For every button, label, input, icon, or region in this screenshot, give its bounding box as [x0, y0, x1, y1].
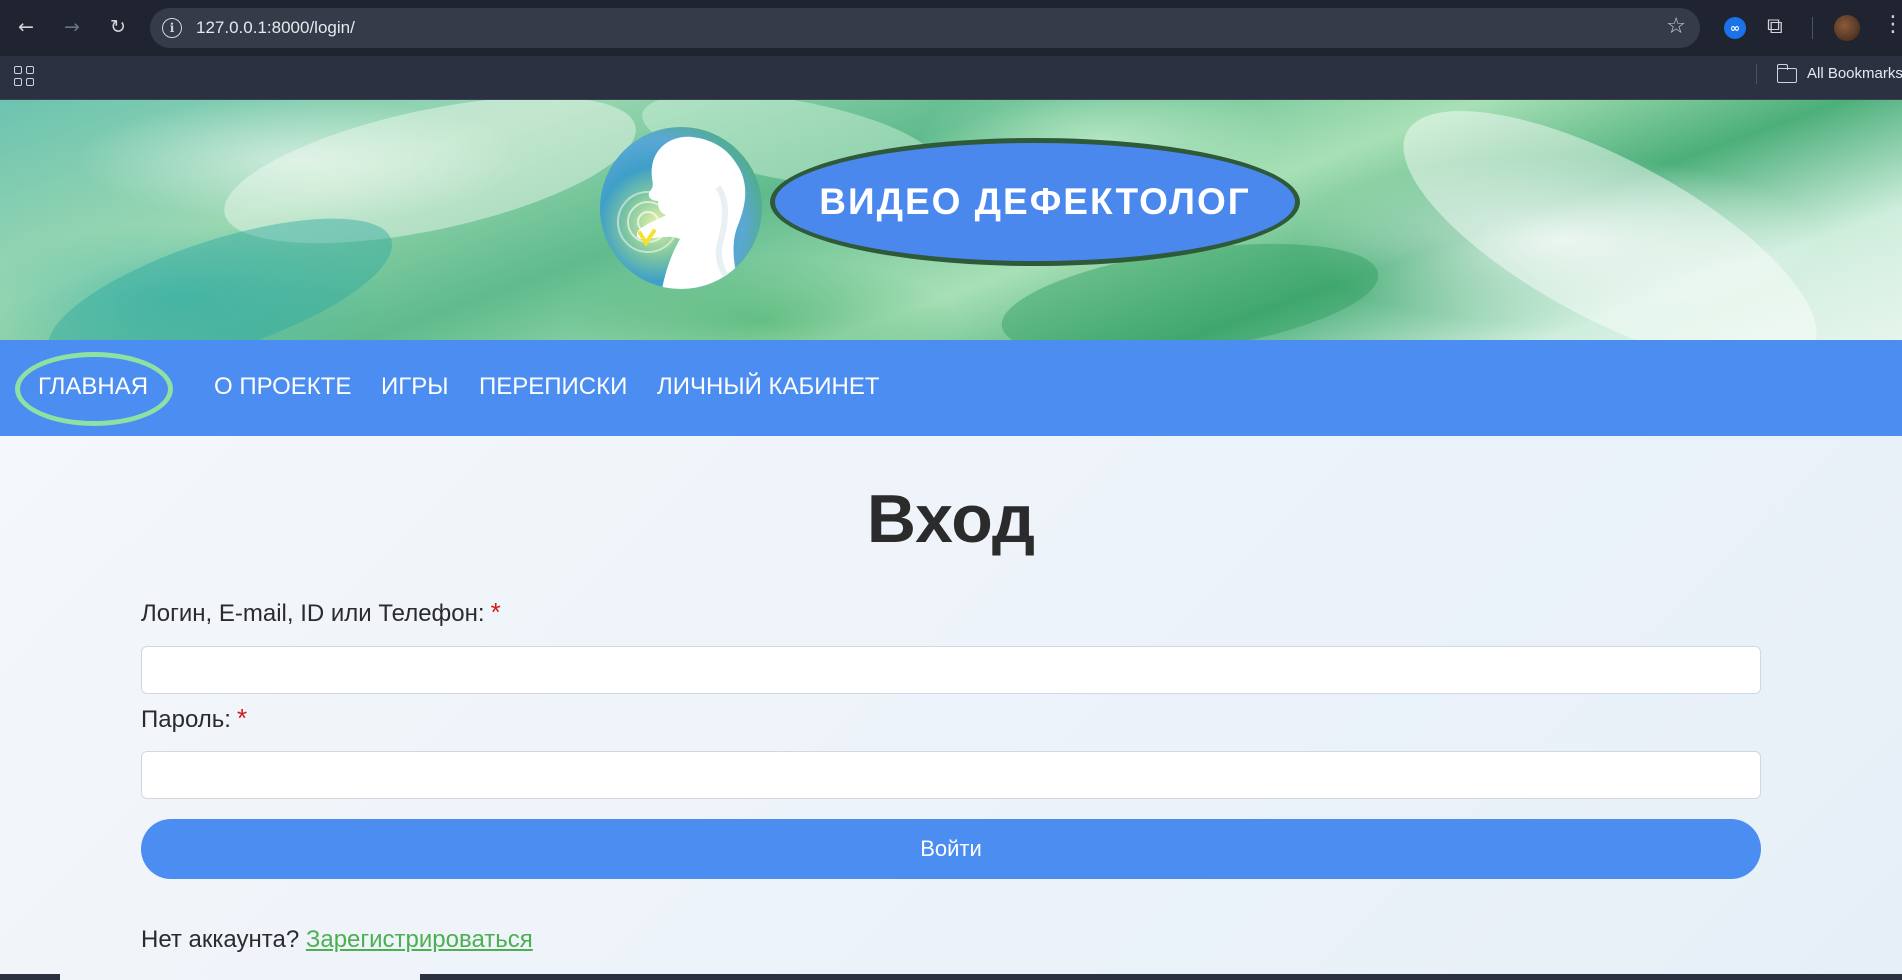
main-nav: ГЛАВНАЯ О ПРОЕКТЕ ИГРЫ ПЕРЕПИСКИ ЛИЧНЫЙ … [0, 340, 1902, 436]
nav-item-messages[interactable]: ПЕРЕПИСКИ [479, 373, 627, 401]
taskbar-edge [0, 974, 60, 980]
profile-avatar[interactable] [1834, 15, 1860, 41]
all-bookmarks-link[interactable]: All Bookmarks [1807, 65, 1902, 82]
apps-icon[interactable] [14, 66, 34, 86]
address-url[interactable]: 127.0.0.1:8000/login/ [196, 18, 355, 38]
address-bar[interactable]: i 127.0.0.1:8000/login/ ☆ [150, 8, 1700, 48]
login-label: Логин, E-mail, ID или Телефон: * [141, 597, 501, 628]
site-info-icon[interactable]: i [162, 18, 182, 38]
password-input[interactable] [141, 751, 1761, 799]
login-label-text: Логин, E-mail, ID или Телефон: [141, 600, 485, 627]
bookmarks-bar: All Bookmarks [0, 56, 1902, 100]
nav-item-account[interactable]: ЛИЧНЫЙ КАБИНЕТ [657, 373, 879, 401]
reload-icon[interactable]: ↻ [102, 11, 134, 43]
bookmarks-divider [1756, 64, 1757, 84]
extension-icon[interactable]: ∞ [1724, 17, 1746, 39]
no-account-text: Нет аккаунта? [141, 926, 300, 953]
puzzle-icon[interactable]: ⧉ [1767, 14, 1783, 39]
forward-icon[interactable]: → [56, 11, 88, 43]
site-title: ВИДЕО ДЕФЕКТОЛОГ [819, 181, 1251, 222]
nav-item-games[interactable]: ИГРЫ [381, 373, 449, 401]
more-icon[interactable]: ⋮ [1882, 12, 1902, 37]
login-input[interactable] [141, 646, 1761, 694]
star-icon[interactable]: ☆ [1666, 14, 1686, 39]
back-icon[interactable]: ← [10, 11, 42, 43]
folder-icon [1776, 64, 1797, 83]
browser-toolbar: ← → ↻ i 127.0.0.1:8000/login/ ☆ ∞ ⧉ ⋮ [0, 0, 1902, 56]
register-prompt: Нет аккаунта? Зарегистрироваться [141, 926, 533, 954]
nav-item-home[interactable]: ГЛАВНАЯ [38, 373, 148, 401]
nav-item-about[interactable]: О ПРОЕКТЕ [214, 373, 351, 401]
site-title-badge[interactable]: ВИДЕО ДЕФЕКТОЛОГ [770, 138, 1300, 266]
required-mark: * [236, 703, 248, 733]
taskbar-edge [420, 974, 1902, 980]
required-mark: * [490, 597, 501, 627]
page-title: Вход [866, 481, 1036, 557]
password-label-text: Пароль: [141, 706, 231, 733]
toolbar-divider [1812, 17, 1813, 39]
register-link[interactable]: Зарегистрироваться [306, 926, 533, 953]
site-logo[interactable] [600, 127, 762, 289]
login-button[interactable]: Войти [141, 819, 1761, 879]
password-label: Пароль: * [141, 703, 247, 734]
